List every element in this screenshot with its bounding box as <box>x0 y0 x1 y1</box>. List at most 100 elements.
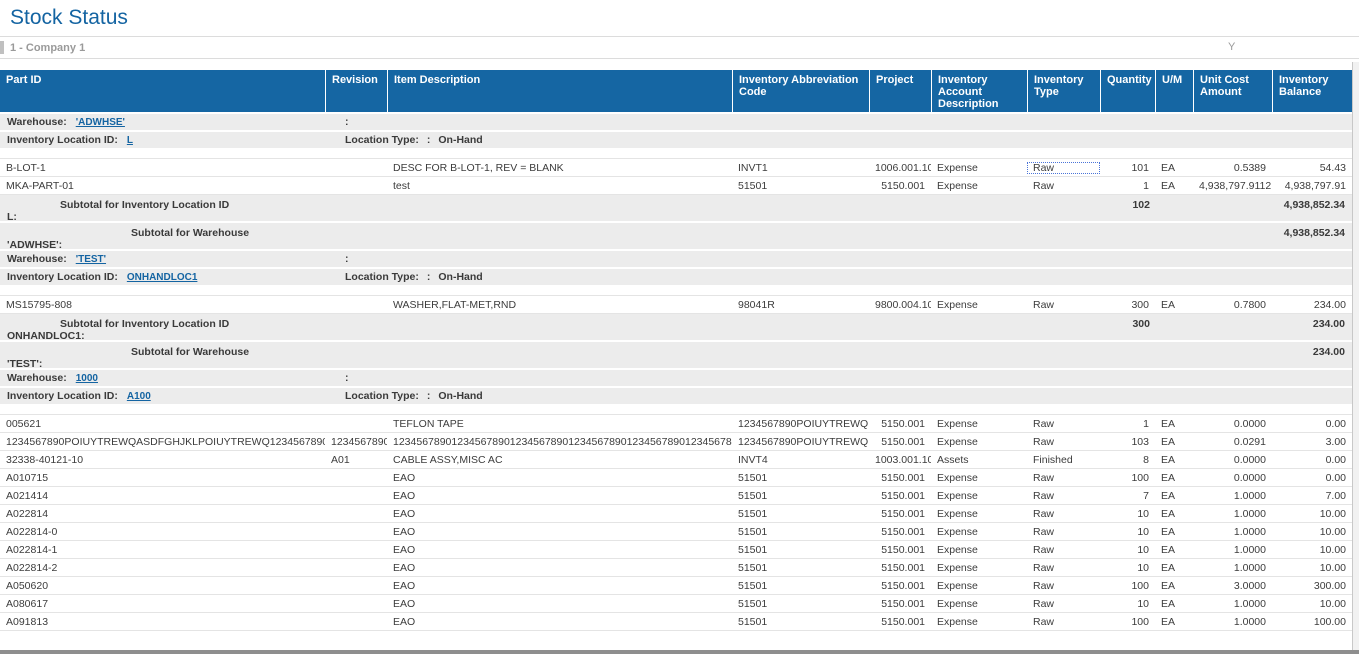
subtotal-line1: Subtotal for Warehouse <box>131 227 249 239</box>
cell-project: 5150.001 <box>869 180 931 192</box>
cell-inv_abbrev_code: 51501 <box>732 472 869 484</box>
warehouse-colon: : <box>345 372 349 384</box>
cell-inv_account_desc: Expense <box>931 544 1027 556</box>
cell-project: 5150.001 <box>869 616 931 628</box>
warehouse-label: Warehouse: <box>7 253 67 265</box>
cell-inventory_balance: 4,938,797.91 <box>1272 180 1352 192</box>
cell-quantity: 1 <box>1100 418 1155 430</box>
warehouse-band: Warehouse: 'TEST': <box>0 251 1352 269</box>
table-row: 1234567890POIUYTREWQASDFGHJKLPOIUYTREWQ1… <box>0 433 1352 451</box>
cell-part_id: B-LOT-1 <box>0 162 325 174</box>
cell-unit_cost: 3.0000 <box>1193 580 1272 592</box>
table-row: MKA-PART-01test515015150.001ExpenseRaw1E… <box>0 177 1352 195</box>
cell-quantity: 10 <box>1100 562 1155 574</box>
cell-um: EA <box>1155 580 1193 592</box>
cell-inv_account_desc: Expense <box>931 526 1027 538</box>
location-link[interactable]: ONHANDLOC1 <box>127 272 198 283</box>
cell-um: EA <box>1155 436 1193 448</box>
cell-project: 5150.001 <box>869 598 931 610</box>
cell-um: EA <box>1155 544 1193 556</box>
cell-item_description: EAO <box>387 544 732 556</box>
cell-inv_abbrev_code: 51501 <box>732 598 869 610</box>
cell-inventory_balance: 0.00 <box>1272 418 1352 430</box>
cell-unit_cost: 1.0000 <box>1193 598 1272 610</box>
stock-status-table: Part IDRevisionItem DescriptionInventory… <box>0 70 1352 631</box>
warehouse-band: Warehouse: 1000: <box>0 370 1352 388</box>
cell-item_description: CABLE ASSY,MISC AC <box>387 454 732 466</box>
param-flag-value: Y <box>1228 41 1235 53</box>
cell-inventory_type[interactable]: Raw <box>1027 162 1100 174</box>
cell-inventory_type: Raw <box>1027 472 1100 484</box>
cell-unit_cost: 0.7800 <box>1193 299 1272 311</box>
cell-inv_account_desc: Assets <box>931 454 1027 466</box>
table-row: A022814EAO515015150.001ExpenseRaw10EA1.0… <box>0 505 1352 523</box>
location-band: Inventory Location ID:A100Location Type:… <box>0 388 1352 406</box>
location-type-group: Location Type::On-Hand <box>345 271 483 283</box>
cell-um: EA <box>1155 472 1193 484</box>
warehouse-link[interactable]: 1000 <box>76 373 98 384</box>
cell-part_id: A021414 <box>0 490 325 502</box>
cell-project: 5150.001 <box>869 544 931 556</box>
cell-inventory_balance: 10.00 <box>1272 544 1352 556</box>
cell-project: 5150.001 <box>869 472 931 484</box>
column-header-inventory_type: Inventory Type <box>1027 70 1100 112</box>
cell-inv_account_desc: Expense <box>931 616 1027 628</box>
cell-unit_cost: 0.0000 <box>1193 472 1272 484</box>
subtotal-row: Subtotal for Inventory Location IDONHAND… <box>0 314 1352 342</box>
table-row: MS15795-808WASHER,FLAT-MET,RND98041R9800… <box>0 296 1352 314</box>
left-edge-marker <box>0 41 4 54</box>
cell-um: EA <box>1155 508 1193 520</box>
cell-inventory_balance: 10.00 <box>1272 508 1352 520</box>
cell-unit_cost: 1.0000 <box>1193 562 1272 574</box>
cell-part_id: 1234567890POIUYTREWQASDFGHJKLPOIUYTREWQ1… <box>0 436 325 448</box>
column-header-item_description: Item Description <box>387 70 732 112</box>
cell-inv_account_desc: Expense <box>931 472 1027 484</box>
subtotal-line2: L: <box>7 211 17 223</box>
warehouse-colon: : <box>345 116 349 128</box>
cell-item_description: EAO <box>387 508 732 520</box>
cell-inventory_type: Raw <box>1027 490 1100 502</box>
cell-item_description: EAO <box>387 580 732 592</box>
location-link[interactable]: A100 <box>127 391 151 402</box>
subtotal-line1: Subtotal for Warehouse <box>131 346 249 358</box>
subtotal-row: Subtotal for Warehouse'ADWHSE':4,938,852… <box>0 223 1352 251</box>
table-row: 32338-40121-10A01CABLE ASSY,MISC ACINVT4… <box>0 451 1352 469</box>
location-type-value: On-Hand <box>438 271 482 283</box>
cell-inventory_type: Raw <box>1027 508 1100 520</box>
location-type-label: Location Type: <box>345 134 419 146</box>
location-type-value: On-Hand <box>438 134 482 146</box>
column-header-unit_cost: Unit Cost Amount <box>1193 70 1272 112</box>
cell-inv_account_desc: Expense <box>931 162 1027 174</box>
cell-part_id: A080617 <box>0 598 325 610</box>
location-link[interactable]: L <box>127 135 133 146</box>
page-title: Stock Status <box>0 0 1359 31</box>
warehouse-link[interactable]: 'TEST' <box>76 254 106 265</box>
table-row: A022814-2EAO515015150.001ExpenseRaw10EA1… <box>0 559 1352 577</box>
cell-inventory_type: Raw <box>1027 418 1100 430</box>
column-header-quantity: Quantity <box>1100 70 1155 112</box>
column-header-part_id: Part ID <box>0 70 325 112</box>
warehouse-label: Warehouse: <box>7 372 67 384</box>
cell-quantity: 8 <box>1100 454 1155 466</box>
table-row: 005621TEFLON TAPE1234567890POIUYTREWQ515… <box>0 415 1352 433</box>
location-type-group: Location Type::On-Hand <box>345 390 483 402</box>
cell-unit_cost: 0.0000 <box>1193 454 1272 466</box>
cell-quantity: 10 <box>1100 526 1155 538</box>
column-header-inv_abbrev_code: Inventory Abbreviation Code <box>732 70 869 112</box>
cell-part_id: A091813 <box>0 616 325 628</box>
vertical-scrollbar[interactable] <box>1352 62 1359 650</box>
warehouse-colon: : <box>345 253 349 265</box>
cell-inv_abbrev_code: 51501 <box>732 526 869 538</box>
cell-inv_account_desc: Expense <box>931 598 1027 610</box>
location-type-label: Location Type: <box>345 390 419 402</box>
cell-inventory_type: Raw <box>1027 562 1100 574</box>
location-label: Inventory Location ID: <box>7 271 118 283</box>
cell-inv_abbrev_code: 1234567890POIUYTREWQ <box>732 436 869 448</box>
table-row: A091813EAO515015150.001ExpenseRaw100EA1.… <box>0 613 1352 631</box>
warehouse-link[interactable]: 'ADWHSE' <box>76 117 125 128</box>
cell-inv_abbrev_code: 51501 <box>732 508 869 520</box>
table-body: Warehouse: 'ADWHSE': Inventory Location ID… <box>0 114 1352 631</box>
cell-quantity: 10 <box>1100 598 1155 610</box>
row-spacer <box>0 287 1352 296</box>
cell-unit_cost: 1.0000 <box>1193 490 1272 502</box>
